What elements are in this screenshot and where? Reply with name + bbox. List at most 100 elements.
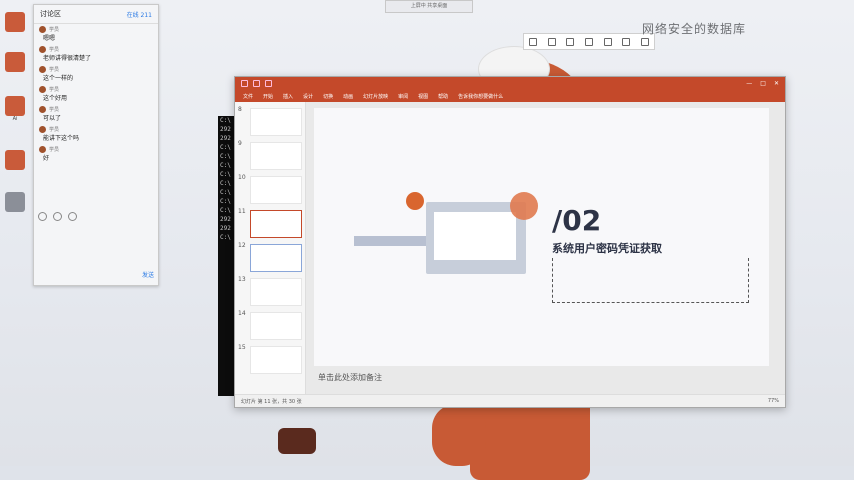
slide-number: 10 — [238, 174, 246, 181]
text-placeholder-box[interactable] — [552, 258, 749, 303]
image-icon[interactable] — [68, 212, 77, 221]
slide-number: 14 — [238, 310, 246, 317]
clear-icon[interactable] — [622, 37, 631, 46]
emoji-icon[interactable] — [38, 212, 47, 221]
thumbnail-preview — [250, 176, 302, 204]
chat-message: 学员 这个好用 — [34, 84, 158, 104]
ribbon-tab[interactable]: 文件 — [243, 93, 253, 100]
ribbon-tab[interactable]: 切换 — [323, 93, 333, 100]
ribbon-tab[interactable]: 告诉我你想要做什么 — [458, 93, 503, 100]
slide-thumbnail[interactable]: 9 — [238, 140, 302, 170]
avatar — [39, 86, 46, 93]
ribbon-tab[interactable]: 设计 — [303, 93, 313, 100]
ribbon-tab[interactable]: 帮助 — [438, 93, 448, 100]
decor-circle — [510, 192, 538, 220]
eraser-icon[interactable] — [603, 37, 612, 46]
status-bar: 幻灯片 第 11 张，共 30 张 77% — [235, 394, 785, 407]
quick-access-toolbar — [241, 80, 272, 87]
notes-placeholder[interactable]: 单击此处添加备注 — [318, 372, 382, 383]
avatar — [39, 146, 46, 153]
slide-thumbnail[interactable]: 8 — [238, 106, 302, 136]
slide-thumbnail[interactable]: 13 — [238, 276, 302, 306]
ribbon-tab[interactable]: 幻灯片放映 — [363, 93, 388, 100]
slide-number: 9 — [238, 140, 242, 147]
slide-editor[interactable]: /02 系统用户密码凭证获取 单击此处添加备注 — [306, 102, 785, 394]
chat-input[interactable] — [38, 270, 118, 278]
close-button[interactable]: ✕ — [774, 80, 779, 87]
desktop-icon-3[interactable]: Ai — [2, 96, 28, 122]
mascot-shoe — [278, 428, 316, 454]
desktop-icon-1[interactable] — [2, 12, 28, 32]
annotation-toolbar[interactable] — [523, 33, 655, 50]
file-icon — [5, 96, 25, 116]
thumbnail-preview — [250, 244, 302, 272]
ribbon-tab[interactable]: 动画 — [343, 93, 353, 100]
app-icon — [5, 192, 25, 212]
chat-message: 学员好 — [34, 144, 158, 164]
section-title[interactable]: 系统用户密码凭证获取 — [552, 240, 662, 256]
avatar — [39, 66, 46, 73]
redo-icon[interactable] — [265, 80, 272, 87]
thumbnail-preview — [250, 210, 302, 238]
minimize-button[interactable]: — — [746, 80, 752, 87]
chat-panel: 讨论区 在线 211 学员 嗯嗯 学员 老师讲得很清楚了 学员 这个一样的 学员 这个好… — [33, 4, 159, 286]
desktop-icon-2[interactable] — [2, 52, 28, 72]
section-number[interactable]: /02 — [552, 204, 601, 237]
chat-footer: 发送 — [38, 267, 154, 281]
decor-card — [434, 212, 516, 260]
slide-thumbnails: 8 9 10 11 12 13 14 15 — [235, 102, 306, 394]
ribbon-tab[interactable]: 开始 — [263, 93, 273, 100]
undo-icon[interactable] — [253, 80, 260, 87]
chat-message: 学员 老师讲得很清楚了 — [34, 44, 158, 64]
ribbon-tab[interactable]: 审阅 — [398, 93, 408, 100]
file-icon — [5, 12, 25, 32]
chat-tools — [38, 212, 154, 221]
avatar — [39, 46, 46, 53]
chat-message: 学员 嗯嗯 — [34, 24, 158, 44]
text-icon[interactable] — [584, 37, 593, 46]
online-count: 在线 211 — [126, 11, 152, 19]
desktop-icon-4[interactable] — [2, 150, 28, 170]
chat-title: 讨论区 — [40, 10, 61, 18]
avatar — [39, 126, 46, 133]
marker-icon[interactable] — [547, 37, 556, 46]
slide-thumbnail[interactable]: 14 — [238, 310, 302, 340]
slide-thumbnail[interactable]: 15 — [238, 344, 302, 374]
slide-thumbnail[interactable]: 12 — [238, 242, 302, 272]
decor-bar — [354, 236, 434, 246]
slide-number: 12 — [238, 242, 246, 249]
zoom-level[interactable]: 77% — [768, 398, 779, 404]
chat-message: 学员 可以了 — [34, 104, 158, 124]
title-bar: — □ ✕ — [235, 77, 785, 90]
thumbnail-preview — [250, 278, 302, 306]
close-icon[interactable] — [640, 37, 649, 46]
avatar — [39, 26, 46, 33]
slide-thumbnail[interactable]: 10 — [238, 174, 302, 204]
chat-message: 学员 这个一样的 — [34, 64, 158, 84]
slide-thumbnail[interactable]: 11 — [238, 208, 302, 238]
mascot-arm — [432, 404, 486, 466]
decor-circle — [406, 192, 424, 210]
watermark: 网络安全的数据库 — [642, 22, 747, 36]
ribbon-tab[interactable]: 视图 — [418, 93, 428, 100]
pen-icon[interactable] — [529, 37, 538, 46]
desktop-icon-5[interactable] — [2, 192, 28, 212]
shape-icon[interactable] — [566, 37, 575, 46]
chat-message: 学员 能讲下这个吗 — [34, 124, 158, 144]
scissors-icon[interactable] — [53, 212, 62, 221]
maximize-button[interactable]: □ — [760, 80, 766, 87]
ribbon-tab[interactable]: 插入 — [283, 93, 293, 100]
slide-number: 13 — [238, 276, 246, 283]
chat-header: 讨论区 在线 211 — [34, 5, 158, 24]
screen-share-bar[interactable]: 上屏中 共享桌面 — [385, 0, 473, 13]
window-controls: — □ ✕ — [746, 80, 779, 87]
send-button[interactable]: 发送 — [142, 270, 154, 279]
save-icon[interactable] — [241, 80, 248, 87]
current-slide[interactable]: /02 系统用户密码凭证获取 — [314, 108, 769, 366]
file-icon — [5, 52, 25, 72]
slide-number: 11 — [238, 208, 246, 215]
thumbnail-preview — [250, 142, 302, 170]
powerpoint-window: — □ ✕ 文件 开始 插入 设计 切换 动画 幻灯片放映 审阅 视图 帮助 告诉我你想要做什么 8… — [234, 76, 786, 408]
slide-number: 8 — [238, 106, 242, 113]
thumbnail-preview — [250, 346, 302, 374]
